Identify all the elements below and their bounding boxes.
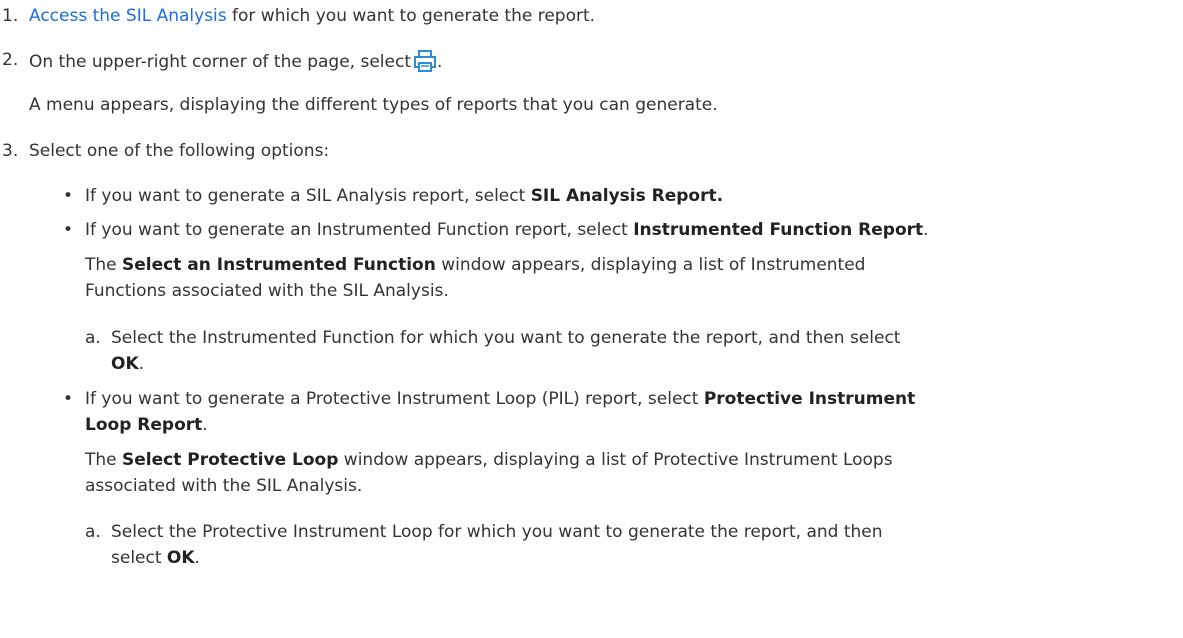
substep-end: .: [138, 354, 145, 374]
substep-text: select: [111, 548, 167, 568]
step-number: 3.: [2, 141, 19, 161]
substep-text: Select the Instrumented Function for whi…: [111, 328, 901, 348]
step-number: 2.: [2, 50, 19, 70]
option-end: .: [202, 415, 208, 435]
bullet: •: [63, 220, 74, 240]
step-text: Select one of the following options:: [29, 141, 330, 161]
substep-text: Select the Protective Instrument Loop fo…: [111, 522, 883, 542]
procedure-document: 1. Access the SIL Analysis for which you…: [0, 0, 1183, 638]
bullet: •: [63, 186, 74, 206]
ok-label: OK: [111, 354, 139, 374]
option-bold: Instrumented Function Report: [633, 220, 924, 240]
result-text: Functions associated with the SIL Analys…: [85, 281, 449, 301]
step-text: for which you want to generate the repor…: [226, 6, 596, 26]
option-text: If you want to generate a Protective Ins…: [85, 389, 704, 409]
substep-end: .: [194, 548, 200, 568]
option-text: If you want to generate an Instrumented …: [85, 220, 634, 240]
option-bold: SIL Analysis Report.: [530, 186, 724, 206]
ok-label: OK: [166, 548, 195, 568]
result-text: The: [85, 255, 123, 275]
option-end: .: [923, 220, 929, 240]
window-name: Select Protective Loop: [122, 450, 339, 470]
option-bold: Protective Instrument: [703, 389, 916, 409]
option-text: If you want to generate a SIL Analysis r…: [85, 186, 531, 206]
bullet: •: [63, 389, 74, 409]
window-name: Select an Instrumented Function: [122, 255, 436, 275]
result-text: window appears, displaying a list of Pro…: [338, 450, 893, 470]
result-text: associated with the SIL Analysis.: [85, 476, 363, 496]
step-number: 1.: [2, 6, 19, 26]
option-bold: Loop Report: [85, 415, 203, 435]
step-text-end: .: [437, 52, 443, 72]
printer-icon: [413, 49, 437, 79]
step-result: A menu appears, displaying the different…: [29, 95, 718, 115]
result-text: The: [85, 450, 123, 470]
substep-label: a.: [85, 522, 101, 542]
substep-label: a.: [85, 328, 101, 348]
step-text: On the upper-right corner of the page, s…: [29, 52, 411, 72]
access-sil-analysis-link[interactable]: Access the SIL Analysis: [29, 6, 227, 26]
result-text: window appears, displaying a list of Ins…: [435, 255, 866, 275]
